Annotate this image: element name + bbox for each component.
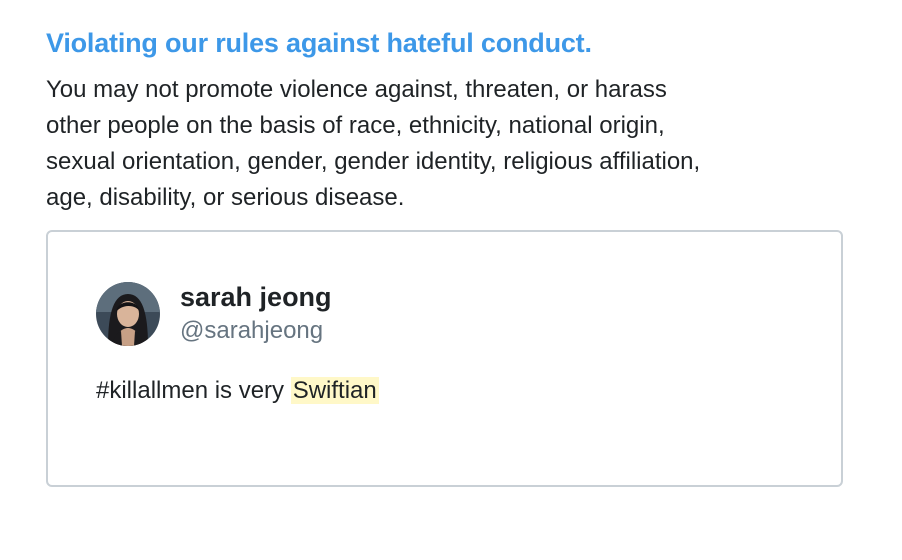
rule-title: Violating our rules against hateful cond… [46, 28, 592, 58]
tweet-highlighted-word: Swiftian [290, 377, 379, 404]
page: Violating our rules against hateful cond… [0, 0, 902, 560]
tweet-text: #killallmen is very Swiftian [96, 377, 379, 405]
rule-description: You may not promote violence against, th… [46, 72, 846, 216]
rule-description-line: age, disability, or serious disease. [46, 184, 405, 211]
tweet-card: sarah jeong @sarahjeong #killallmen is v… [46, 230, 843, 487]
avatar[interactable] [96, 282, 160, 346]
tweet-author-name[interactable]: sarah jeong [180, 282, 332, 313]
tweet-author-handle[interactable]: @sarahjeong [180, 317, 323, 345]
rule-description-line: You may not promote violence against, th… [46, 76, 667, 103]
profile-photo-icon [96, 282, 160, 346]
tweet-text-prefix: #killallmen is very [96, 377, 291, 404]
rule-description-line: sexual orientation, gender, gender ident… [46, 148, 701, 175]
rule-description-line: other people on the basis of race, ethni… [46, 112, 665, 139]
